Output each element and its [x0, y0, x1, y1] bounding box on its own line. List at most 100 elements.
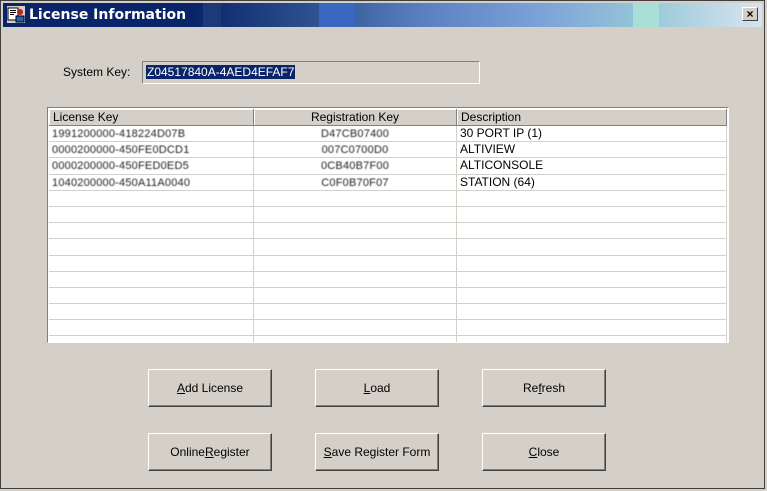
button-label: oad — [370, 381, 391, 395]
title-bar[interactable]: License Information × — [3, 3, 762, 27]
description-cell — [457, 271, 727, 287]
description-cell — [457, 239, 727, 255]
license-key-cell: 1991200000-418224D07B — [49, 126, 254, 142]
system-key-value[interactable]: Z04517840A-4AED4EFAF7 — [146, 65, 296, 79]
registration-key-cell: C0F0B70F07 — [254, 174, 457, 190]
license-key-cell-text: 1040200000-450A11A0040 — [52, 176, 191, 189]
license-key-cell — [49, 336, 254, 342]
license-information-window: License Information × System Key: Z04517… — [0, 0, 765, 489]
button-label: lose — [537, 445, 560, 459]
button-label: Re — [522, 381, 539, 395]
save-register-form-button[interactable]: Save Register Form — [315, 433, 439, 471]
description-cell: ALTIVIEW — [457, 142, 727, 158]
add-license-button[interactable]: Add License — [148, 369, 272, 407]
registration-key-cell — [254, 320, 457, 336]
license-key-cell — [49, 271, 254, 287]
table-row[interactable] — [49, 239, 727, 256]
table-row[interactable] — [49, 304, 727, 321]
registration-key-cell — [254, 271, 457, 287]
description-cell — [457, 287, 727, 304]
button-accelerator: C — [528, 445, 538, 459]
registration-key-cell — [254, 206, 457, 223]
license-key-cell — [49, 304, 254, 320]
license-key-cell — [49, 190, 254, 206]
registration-key-cell: D47CB07400 — [254, 126, 457, 142]
description-cell: 30 PORT IP (1) — [457, 126, 727, 142]
table-row[interactable] — [49, 190, 727, 207]
registration-key-cell-text: 0CB40B7F00 — [320, 160, 390, 173]
description-cell — [457, 320, 727, 336]
description-cell-text: ALTIVIEW — [460, 142, 516, 157]
close-icon[interactable]: × — [742, 7, 758, 21]
description-cell — [457, 223, 727, 239]
table-row[interactable] — [49, 255, 727, 272]
column-header-license-key[interactable]: License Key — [49, 109, 254, 126]
registration-key-cell — [254, 336, 457, 342]
license-key-cell: 0000200000-450FED0ED5 — [49, 158, 254, 174]
table-row[interactable] — [49, 320, 727, 337]
title-bar-shade — [319, 3, 355, 27]
registration-key-cell — [254, 255, 457, 271]
refresh-button[interactable]: Re f resh — [482, 369, 606, 407]
license-key-cell — [49, 223, 254, 239]
license-key-cell-text: 1991200000-418224D07B — [52, 128, 186, 140]
button-accelerator: S — [323, 445, 332, 459]
license-key-cell — [49, 320, 254, 336]
license-key-cell-text: 0000200000-450FE0DCD1 — [52, 144, 190, 157]
button-label: ave Register Form — [331, 445, 431, 459]
button-accelerator: A — [176, 381, 185, 395]
load-button[interactable]: Load — [315, 369, 439, 407]
title-bar-shade — [203, 3, 221, 27]
window-title: License Information — [29, 7, 187, 23]
button-label: egister — [213, 445, 250, 459]
description-cell — [457, 190, 727, 206]
table-row[interactable] — [49, 336, 727, 342]
license-key-cell: 0000200000-450FE0DCD1 — [49, 142, 254, 158]
description-cell-text: STATION (64) — [460, 174, 535, 189]
license-app-icon — [7, 6, 25, 23]
description-cell: STATION (64) — [457, 174, 727, 190]
online-register-button[interactable]: Online Register — [148, 433, 272, 471]
close-button[interactable]: Close — [482, 433, 606, 471]
description-cell — [457, 304, 727, 320]
table-body: 1991200000-418224D07B D47CB07400 30 PORT I… — [49, 126, 727, 342]
registration-key-cell: 007C0700D0 — [254, 142, 457, 158]
system-key-field[interactable]: Z04517840A-4AED4EFAF7 — [142, 61, 480, 84]
license-key-cell — [49, 239, 254, 255]
license-key-cell — [49, 287, 254, 304]
title-bar-shade — [633, 3, 659, 27]
table-row[interactable]: 1040200000-450A11A0040 C0F0B70F07 STATION … — [49, 174, 727, 191]
registration-key-cell — [254, 190, 457, 206]
button-accelerator: L — [363, 381, 371, 395]
registration-key-cell: 0CB40B7F00 — [254, 158, 457, 174]
registration-key-cell — [254, 223, 457, 239]
registration-key-cell-text: C0F0B70F07 — [321, 176, 389, 189]
license-key-cell-text: 0000200000-450FED0ED5 — [52, 160, 189, 173]
table-row[interactable] — [49, 271, 727, 288]
button-label: Online — [170, 445, 205, 459]
table-header: License Key Registration Key Description — [49, 109, 727, 126]
description-cell-text: ALTICONSOLE — [460, 158, 544, 173]
table-row[interactable]: 0000200000-450FED0ED5 0CB40B7F00 ALTICONSO… — [49, 158, 727, 175]
table-row[interactable]: 1991200000-418224D07B D47CB07400 30 PORT I… — [49, 126, 727, 143]
button-label: dd License — [184, 381, 244, 395]
button-accelerator: R — [204, 445, 214, 459]
license-key-cell — [49, 255, 254, 271]
description-cell-text: 30 PORT IP (1) — [460, 126, 543, 140]
description-cell — [457, 206, 727, 223]
column-header-description[interactable]: Description — [457, 109, 727, 126]
registration-key-cell — [254, 239, 457, 255]
license-table[interactable]: License Key Registration Key Description… — [47, 107, 729, 343]
table-row[interactable] — [49, 287, 727, 305]
description-cell — [457, 336, 727, 342]
registration-key-cell — [254, 304, 457, 320]
table-row[interactable] — [49, 223, 727, 240]
table-row[interactable] — [49, 206, 727, 224]
system-key-label: System Key: — [63, 65, 131, 79]
license-key-cell — [49, 206, 254, 223]
registration-key-cell — [254, 287, 457, 304]
description-cell: ALTICONSOLE — [457, 158, 727, 174]
button-label: resh — [541, 381, 566, 395]
table-row[interactable]: 0000200000-450FE0DCD1 007C0700D0 ALTIVIEW — [49, 142, 727, 159]
column-header-registration-key[interactable]: Registration Key — [254, 109, 457, 126]
